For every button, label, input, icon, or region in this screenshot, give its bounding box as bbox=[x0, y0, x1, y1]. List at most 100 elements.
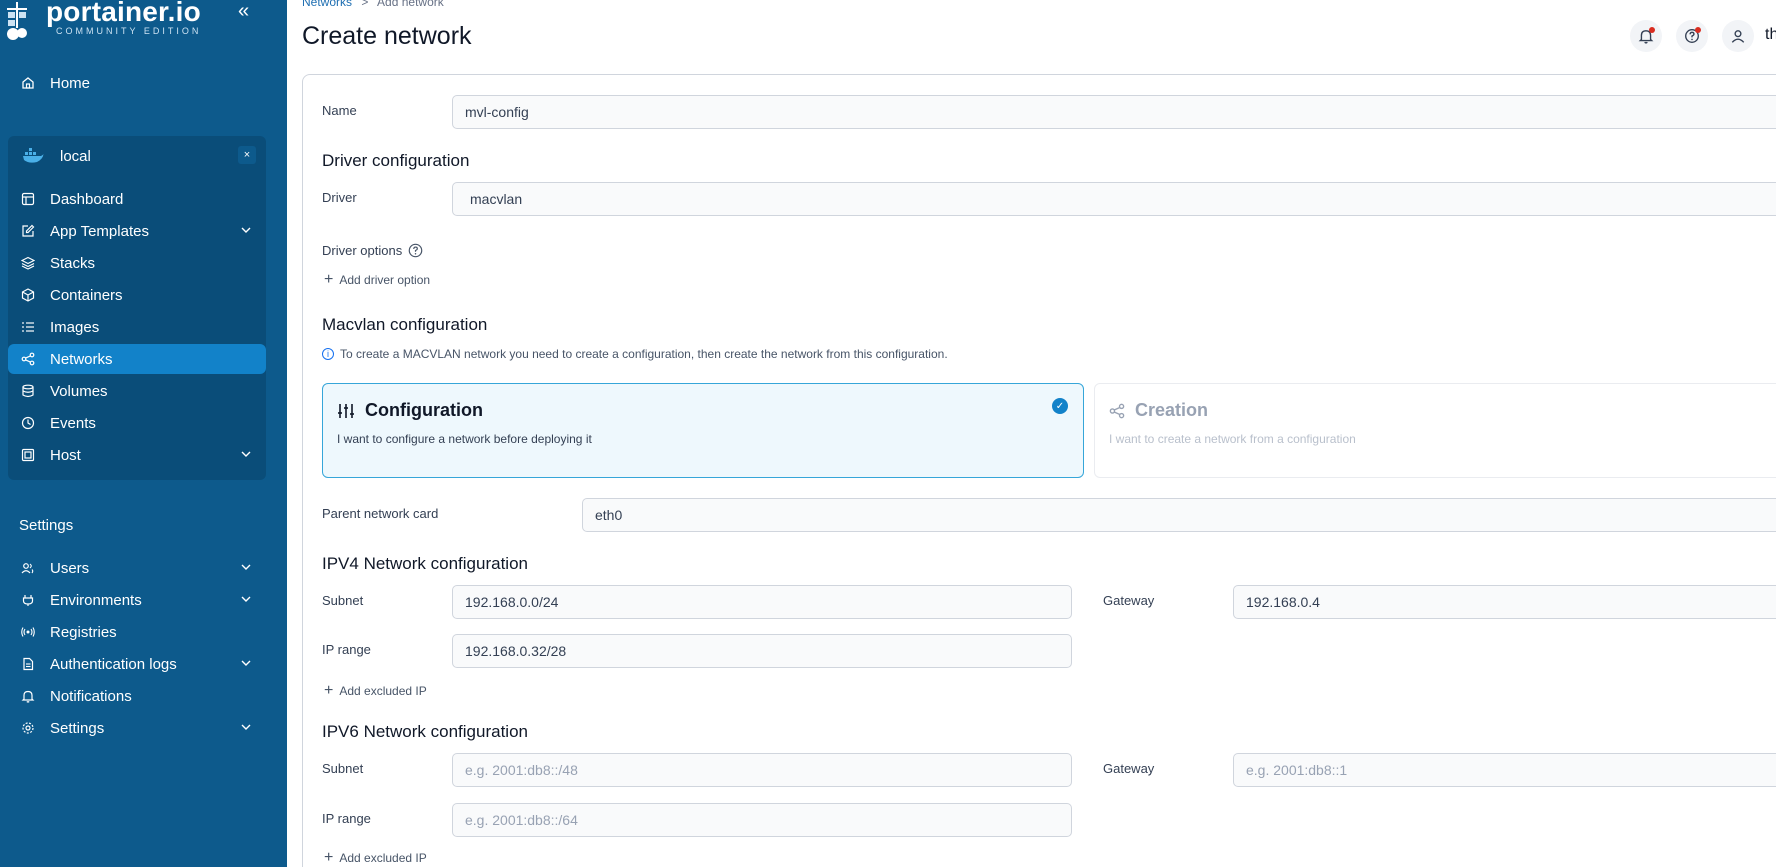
ipv4-gateway-input[interactable] bbox=[1233, 585, 1776, 619]
add-driver-option-label: Add driver option bbox=[339, 273, 431, 287]
sidebar-item-registries[interactable]: Registries bbox=[8, 617, 266, 647]
driver-select[interactable] bbox=[452, 182, 1776, 216]
chevron-down-icon bbox=[241, 227, 251, 233]
sidebar-item-label: Networks bbox=[50, 350, 113, 368]
docker-icon bbox=[22, 148, 44, 164]
sidebar-item-label: Environments bbox=[50, 591, 142, 609]
sidebar-item-users[interactable]: Users bbox=[8, 553, 266, 583]
parent-network-card-input[interactable] bbox=[582, 498, 1776, 532]
close-environment-button[interactable]: × bbox=[238, 146, 256, 164]
chevron-down-icon bbox=[241, 660, 251, 666]
name-input[interactable] bbox=[452, 95, 1776, 129]
chevron-down-icon bbox=[241, 724, 251, 730]
environment-name: local bbox=[60, 147, 91, 165]
portainer-logo[interactable]: portainer.io COMMUNITY EDITION bbox=[0, 0, 240, 44]
configuration-option-desc: I want to configure a network before dep… bbox=[337, 432, 592, 446]
sidebar-item-label: Volumes bbox=[50, 382, 108, 400]
box-icon bbox=[20, 287, 36, 303]
layers-icon bbox=[20, 255, 36, 271]
share-icon bbox=[1109, 403, 1125, 418]
chevron-down-icon bbox=[241, 451, 251, 457]
sidebar-item-label: App Templates bbox=[50, 222, 149, 240]
configuration-option[interactable]: Configuration I want to configure a netw… bbox=[322, 383, 1084, 478]
sidebar-item-label: Dashboard bbox=[50, 190, 124, 208]
driver-label: Driver bbox=[322, 190, 357, 205]
sidebar-item-label: Registries bbox=[50, 623, 117, 641]
ipv6-subnet-label: Subnet bbox=[322, 761, 364, 776]
sidebar-item-label: Users bbox=[50, 559, 90, 577]
ipv6-configuration-heading: IPV6 Network configuration bbox=[322, 722, 528, 741]
ipv4-subnet-input[interactable] bbox=[452, 585, 1072, 619]
ipv4-ip-range-label: IP range bbox=[322, 642, 371, 657]
sidebar-item-stacks[interactable]: Stacks bbox=[8, 248, 266, 278]
gear-icon bbox=[20, 720, 36, 736]
configuration-option-title: Configuration bbox=[337, 400, 483, 421]
check-icon: ✓ bbox=[1052, 398, 1068, 414]
sidebar-item-dashboard[interactable]: Dashboard bbox=[8, 184, 266, 214]
users-icon bbox=[20, 560, 36, 576]
sidebar-item-host[interactable]: Host bbox=[8, 440, 266, 470]
driver-options-text: Driver options bbox=[322, 243, 403, 258]
ipv4-ip-range-input[interactable] bbox=[452, 634, 1072, 668]
driver-configuration-heading: Driver configuration bbox=[322, 151, 470, 170]
user-menu-button[interactable] bbox=[1722, 20, 1754, 52]
sidebar-item-images[interactable]: Images bbox=[8, 312, 266, 342]
home-icon bbox=[20, 75, 36, 91]
sidebar-item-volumes[interactable]: Volumes bbox=[8, 376, 266, 406]
ipv6-gateway-label: Gateway bbox=[1103, 761, 1155, 776]
help-button[interactable] bbox=[1676, 20, 1708, 52]
header-actions bbox=[1630, 20, 1754, 52]
ipv6-add-excluded-ip-button[interactable]: + Add excluded IP bbox=[324, 849, 427, 867]
breadcrumb-current: Add network bbox=[377, 0, 444, 9]
portainer-logo-icon bbox=[7, 2, 27, 40]
sidebar: portainer.io COMMUNITY EDITION « Home lo… bbox=[0, 0, 287, 867]
name-label: Name bbox=[322, 103, 357, 118]
creation-title-text: Creation bbox=[1135, 400, 1209, 420]
sidebar-item-label: Containers bbox=[50, 286, 123, 304]
page-title: Create network bbox=[302, 22, 472, 50]
plus-icon: + bbox=[324, 271, 334, 288]
help-icon[interactable] bbox=[408, 243, 423, 258]
sidebar-item-label: Home bbox=[50, 74, 91, 92]
plus-icon: + bbox=[324, 849, 334, 866]
sidebar-item-home[interactable]: Home bbox=[8, 68, 266, 98]
sidebar-item-label: Authentication logs bbox=[50, 655, 177, 673]
breadcrumb-networks-link[interactable]: Networks bbox=[302, 0, 352, 9]
settings-heading: Settings bbox=[19, 517, 74, 534]
add-driver-option-button[interactable]: + Add driver option bbox=[324, 271, 430, 289]
ipv6-ip-range-input[interactable] bbox=[452, 803, 1072, 837]
server-icon bbox=[20, 447, 36, 463]
sidebar-item-label: Images bbox=[50, 318, 100, 336]
environment-header[interactable]: local bbox=[8, 142, 266, 170]
ipv6-gateway-input[interactable] bbox=[1233, 753, 1776, 787]
sidebar-item-notifications[interactable]: Notifications bbox=[8, 681, 266, 711]
ipv6-subnet-input[interactable] bbox=[452, 753, 1072, 787]
notification-dot bbox=[1649, 27, 1655, 33]
collapse-sidebar-icon[interactable]: « bbox=[238, 0, 249, 23]
macvlan-info: i To create a MACVLAN network you need t… bbox=[322, 347, 948, 361]
creation-option-title: Creation bbox=[1109, 400, 1208, 421]
file-text-icon bbox=[20, 656, 36, 672]
sidebar-item-label: Settings bbox=[50, 719, 105, 737]
add-excluded-ip-label: Add excluded IP bbox=[339, 851, 427, 865]
sidebar-item-app-templates[interactable]: App Templates bbox=[8, 216, 266, 246]
sidebar-item-label: Notifications bbox=[50, 687, 132, 705]
edit-icon bbox=[20, 223, 36, 239]
sidebar-item-settings[interactable]: Settings bbox=[8, 713, 266, 743]
sidebar-item-environments[interactable]: Environments bbox=[8, 585, 266, 615]
driver-options-label: Driver options bbox=[322, 243, 423, 258]
sidebar-item-networks[interactable]: Networks bbox=[8, 344, 266, 374]
username[interactable]: th bbox=[1765, 26, 1776, 44]
ipv4-add-excluded-ip-button[interactable]: + Add excluded IP bbox=[324, 682, 427, 700]
creation-option[interactable]: Creation I want to create a network from… bbox=[1094, 383, 1776, 478]
breadcrumb-separator: > bbox=[361, 0, 369, 9]
notifications-button[interactable] bbox=[1630, 20, 1662, 52]
sidebar-item-events[interactable]: Events bbox=[8, 408, 266, 438]
user-icon bbox=[1731, 30, 1745, 43]
sidebar-item-authentication-logs[interactable]: Authentication logs bbox=[8, 649, 266, 679]
database-icon bbox=[20, 383, 36, 399]
macvlan-info-text: To create a MACVLAN network you need to … bbox=[340, 347, 948, 361]
chevron-down-icon bbox=[241, 596, 251, 602]
sidebar-item-containers[interactable]: Containers bbox=[8, 280, 266, 310]
parent-network-card-label: Parent network card bbox=[322, 506, 439, 521]
